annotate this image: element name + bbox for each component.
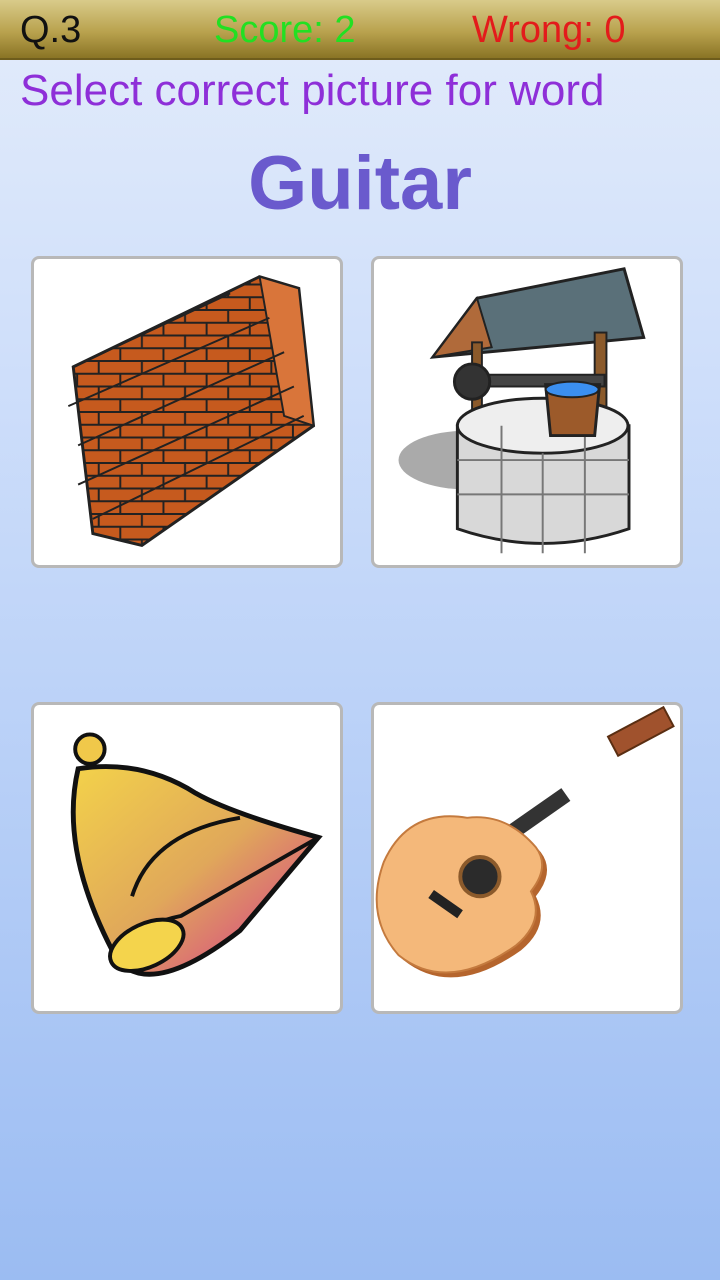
bell-icon: [70, 732, 323, 977]
instruction-text: Select correct picture for word: [20, 66, 605, 115]
target-word: Guitar: [248, 141, 472, 226]
brick-wall-icon: [67, 275, 316, 547]
question-number: Q.3: [20, 9, 82, 51]
option-guitar[interactable]: [371, 702, 683, 1014]
option-wishing-well[interactable]: [371, 256, 683, 568]
option-bell[interactable]: [31, 702, 343, 1014]
wishing-well-icon: [398, 267, 646, 554]
score-label: Score: 2: [214, 9, 356, 51]
wrong-label: Wrong: 0: [472, 9, 626, 51]
top-bar: Q.3 Score: 2 Wrong: 0: [0, 0, 720, 60]
guitar-icon: [375, 705, 675, 978]
option-brick-wall[interactable]: [31, 256, 343, 568]
